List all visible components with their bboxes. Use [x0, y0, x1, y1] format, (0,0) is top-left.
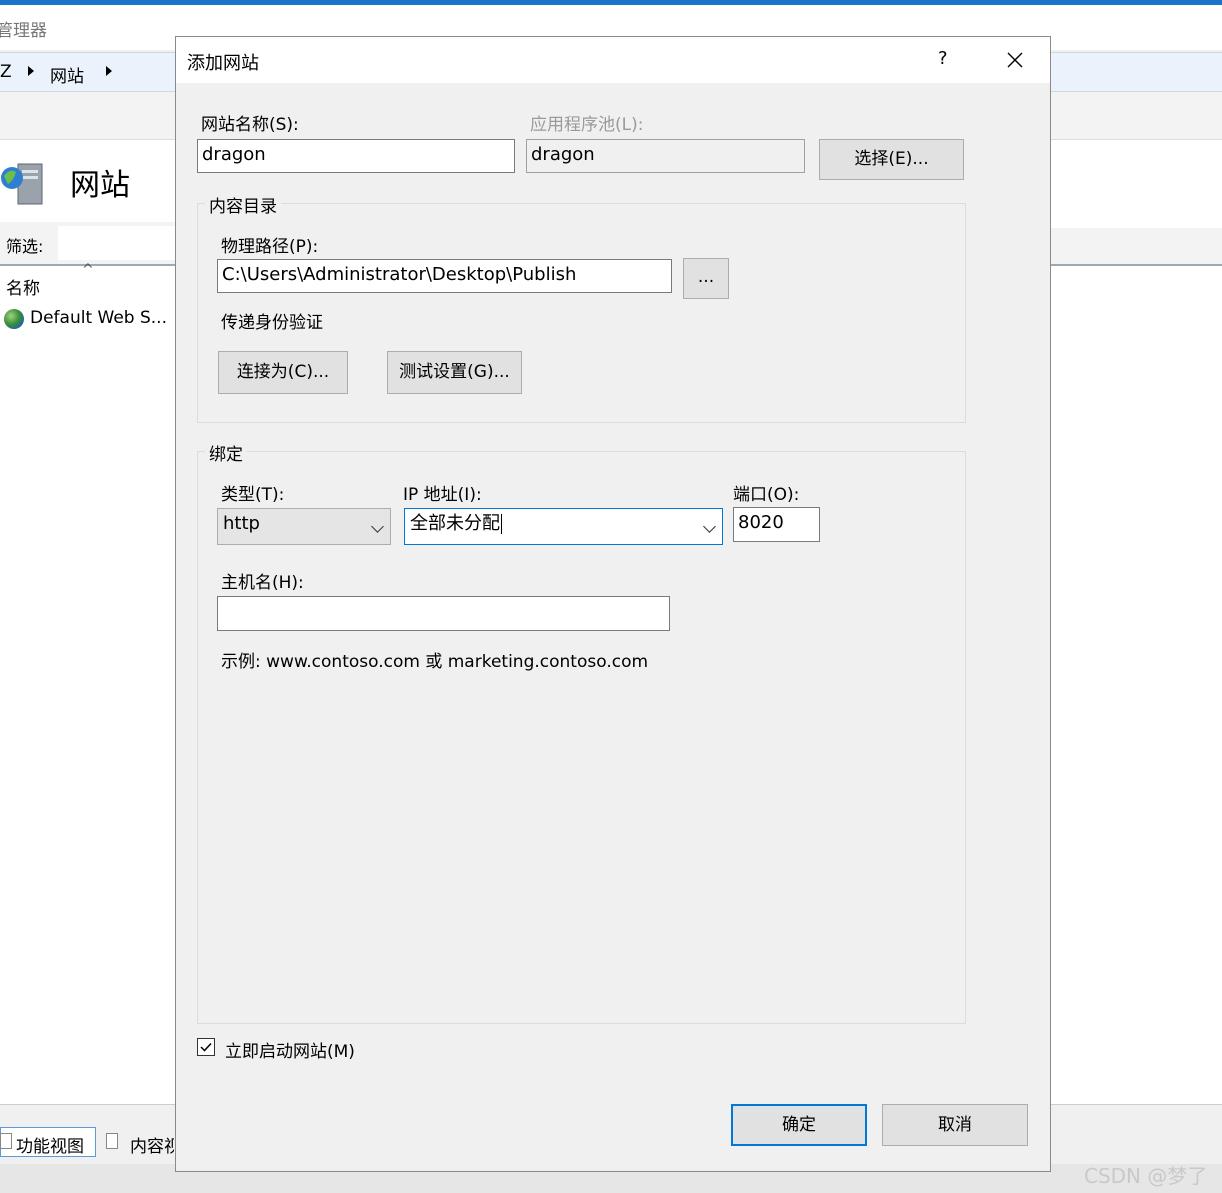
text-cursor	[501, 514, 502, 534]
browse-path-button[interactable]: ...	[683, 258, 729, 299]
close-icon[interactable]	[1003, 48, 1027, 72]
physical-path-input[interactable]: C:\Users\Administrator\Desktop\Publish	[217, 259, 672, 293]
host-name-label: 主机名(H):	[221, 573, 304, 593]
connect-as-button[interactable]: 连接为(C)...	[218, 351, 348, 394]
select-app-pool-button[interactable]: 选择(E)...	[819, 139, 964, 180]
ip-address-value: 全部未分配	[410, 513, 500, 534]
breadcrumb-separator-icon[interactable]	[106, 66, 112, 76]
chevron-down-icon	[371, 520, 384, 533]
tab-features-view-label: 功能视图	[16, 1137, 84, 1157]
content-view-icon[interactable]	[106, 1133, 118, 1149]
cancel-button[interactable]: 取消	[882, 1104, 1028, 1146]
globe-icon	[4, 309, 24, 329]
actions-pane	[1050, 140, 1222, 1105]
dialog-title: 添加网站	[187, 53, 259, 74]
help-button[interactable]: ?	[938, 48, 948, 69]
test-settings-button[interactable]: 测试设置(G)...	[387, 351, 522, 394]
physical-path-label: 物理路径(P):	[221, 237, 319, 257]
tab-content-view-label[interactable]: 内容视图	[130, 1132, 174, 1157]
ip-address-label: IP 地址(I):	[403, 485, 482, 505]
host-name-input[interactable]	[217, 596, 670, 631]
actions-header	[1050, 228, 1222, 266]
ok-button[interactable]: 确定	[731, 1104, 867, 1146]
type-label: 类型(T):	[221, 485, 285, 505]
breadcrumb-separator-icon[interactable]	[28, 66, 34, 76]
type-select[interactable]: http	[217, 508, 391, 545]
pass-auth-label: 传递身份验证	[221, 313, 323, 333]
page-title: 网站	[70, 168, 130, 203]
breadcrumb-sites[interactable]: 网站	[50, 62, 84, 87]
ip-address-select[interactable]: 全部未分配	[404, 508, 723, 545]
app-pool-label: 应用程序池(L):	[530, 115, 644, 135]
watermark-text: CSDN @梦了	[1084, 1164, 1208, 1188]
filter-label: 筛选:	[6, 237, 44, 256]
host-name-example: 示例: www.contoso.com 或 marketing.contoso.…	[221, 652, 649, 672]
app-pool-field: dragon	[526, 139, 805, 173]
breadcrumb-server[interactable]: Z	[0, 62, 12, 82]
port-input[interactable]: 8020	[733, 507, 820, 542]
site-name-input[interactable]: dragon	[197, 139, 515, 173]
features-view-icon	[0, 1133, 12, 1149]
site-name-label: 网站名称(S):	[201, 115, 299, 135]
sites-server-icon	[1, 163, 43, 205]
site-list-item[interactable]: Default Web S...	[30, 308, 167, 328]
binding-title: 绑定	[205, 440, 247, 465]
dialog-titlebar	[176, 37, 1050, 83]
chevron-down-icon	[703, 520, 716, 533]
content-directory-title: 内容目录	[205, 192, 281, 217]
filter-input[interactable]	[58, 226, 176, 260]
checkmark-icon	[200, 1042, 212, 1052]
port-label: 端口(O):	[733, 485, 800, 505]
start-immediately-label[interactable]: 立即启动网站(M)	[225, 1037, 355, 1062]
column-header-name[interactable]: 名称	[6, 274, 40, 299]
sort-ascending-icon: ^	[82, 262, 94, 278]
start-immediately-checkbox[interactable]	[197, 1038, 215, 1056]
type-select-value: http	[223, 513, 260, 534]
main-window-title: 管理器	[0, 21, 47, 41]
